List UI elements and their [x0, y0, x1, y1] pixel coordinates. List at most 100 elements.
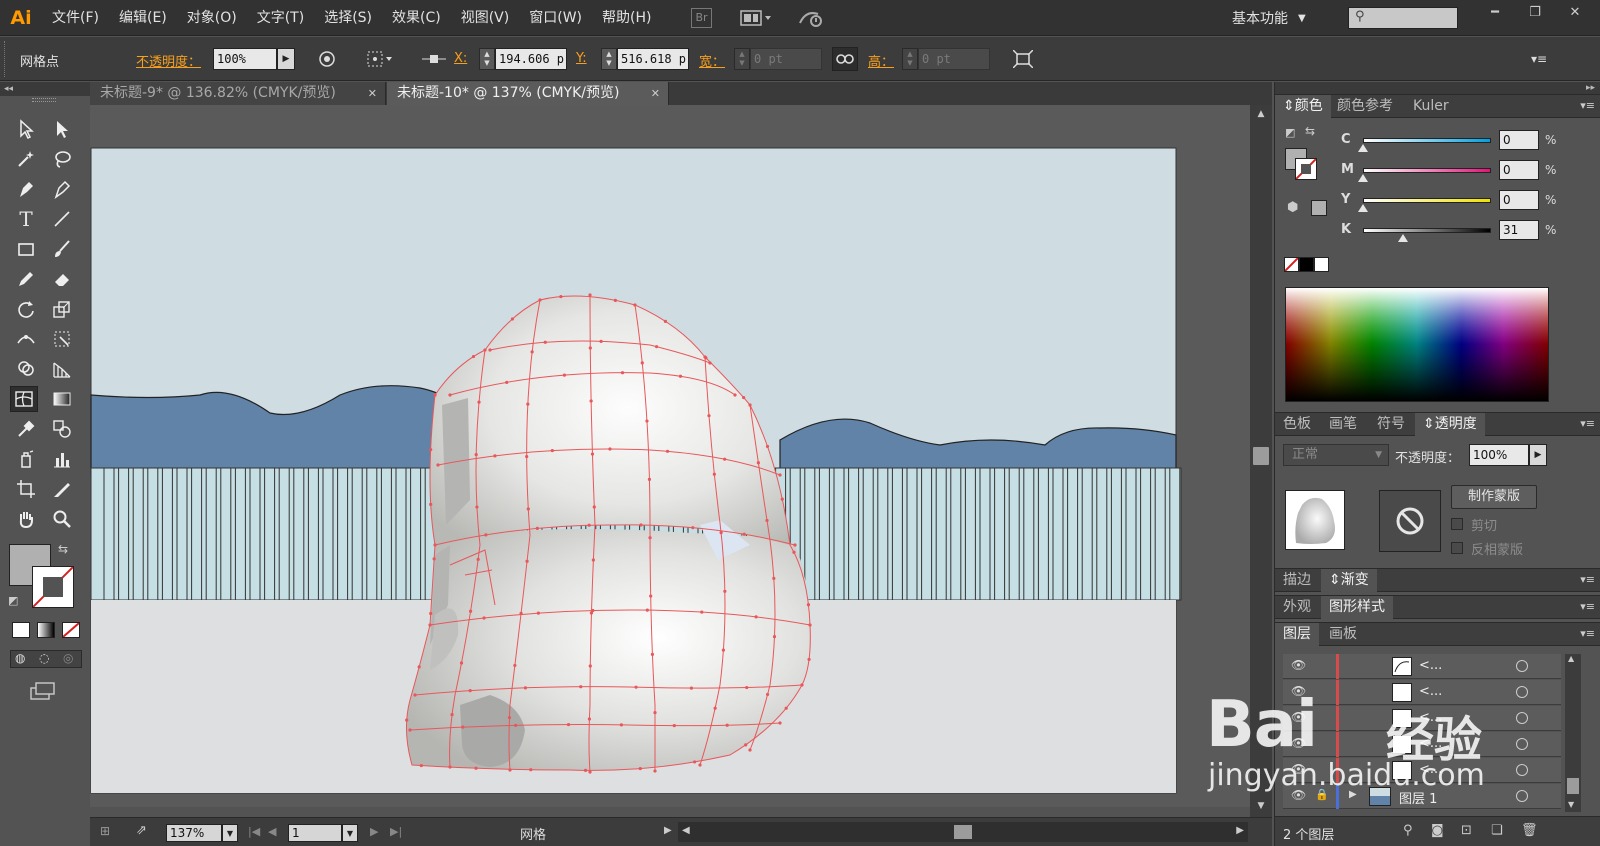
tab-artboards[interactable]: 画板	[1321, 623, 1365, 646]
transparency-opacity-dropdown[interactable]: ▶	[1529, 444, 1547, 466]
layer-target-icon[interactable]	[1516, 790, 1528, 802]
yellow-slider[interactable]: Y 0 %	[1275, 190, 1600, 214]
none-mode-icon[interactable]	[62, 622, 80, 638]
black-knob[interactable]	[1397, 234, 1408, 242]
sync-settings-icon[interactable]	[796, 8, 826, 28]
shape-builder-tool-icon[interactable]	[12, 356, 40, 382]
tab-graphic-styles[interactable]: 图形样式	[1321, 596, 1393, 619]
mask-thumbnail[interactable]	[1379, 490, 1441, 552]
artboard-dropdown[interactable]: ▼	[342, 824, 358, 842]
draw-behind-icon[interactable]: ◌	[39, 651, 49, 665]
cyan-knob[interactable]	[1358, 144, 1368, 152]
zoom-field[interactable]: 137%	[166, 824, 222, 842]
isolate-icon[interactable]	[1012, 49, 1034, 69]
tab-document-9[interactable]: 未标题-9* @ 136.82% (CMYK/预览) ✕	[90, 82, 386, 105]
menu-view[interactable]: 视图(V)	[451, 0, 520, 36]
eraser-tool-icon[interactable]	[48, 266, 76, 292]
black-field[interactable]: 31	[1499, 220, 1539, 240]
zoom-tool-icon[interactable]	[48, 506, 76, 532]
toolbox-grip[interactable]	[32, 98, 56, 102]
locate-object-icon[interactable]: ⚲	[1403, 823, 1413, 838]
height-field[interactable]: 0 pt	[918, 48, 990, 70]
black-swatch[interactable]	[1299, 257, 1314, 272]
panel-menu-icon[interactable]: ▾≡	[1580, 573, 1595, 586]
magenta-field[interactable]: 0	[1499, 160, 1539, 180]
black-track[interactable]	[1363, 228, 1491, 233]
free-transform-tool-icon[interactable]	[48, 326, 76, 352]
share-icon[interactable]: ⇗	[136, 823, 147, 838]
panel-menu-icon[interactable]: ▾≡	[1528, 49, 1550, 69]
y-label[interactable]: Y:	[576, 51, 587, 66]
menu-edit[interactable]: 编辑(E)	[109, 0, 177, 36]
mesh-tool-icon[interactable]	[10, 386, 38, 412]
slice-tool-icon[interactable]	[48, 476, 76, 502]
type-tool-icon[interactable]: T	[12, 206, 40, 232]
height-stepper[interactable]: ▲ ▼	[902, 48, 918, 70]
toolbox-collapse-button[interactable]: ◂◂	[0, 82, 90, 96]
height-label[interactable]: 高：	[868, 51, 894, 70]
yellow-track[interactable]	[1363, 198, 1491, 203]
opacity-field[interactable]: 100%	[213, 48, 277, 70]
scroll-up-icon[interactable]: ▲	[1568, 654, 1574, 663]
close-button[interactable]: ✕	[1555, 0, 1595, 24]
clipping-mask-icon[interactable]: ◙	[1431, 823, 1444, 838]
color-spectrum[interactable]	[1285, 287, 1549, 402]
last-artboard-icon[interactable]: ▶|	[390, 825, 402, 838]
default-colors-icon[interactable]: ◩	[8, 594, 18, 607]
width-stepper[interactable]: ▲ ▼	[734, 48, 750, 70]
artwork[interactable]	[90, 105, 1250, 807]
tab-document-10[interactable]: 未标题-10* @ 137% (CMYK/预览) ✕	[387, 82, 669, 105]
menu-effect[interactable]: 效果(C)	[382, 0, 451, 36]
color-mode-icon[interactable]	[12, 622, 30, 638]
minimize-button[interactable]: ━	[1475, 0, 1515, 24]
yellow-knob[interactable]	[1358, 204, 1368, 212]
x-stepper[interactable]: ▲ ▼	[479, 48, 495, 70]
panel-menu-icon[interactable]: ▾≡	[1580, 600, 1595, 613]
draw-normal-icon[interactable]: ◍	[15, 651, 25, 665]
menu-help[interactable]: 帮助(H)	[592, 0, 661, 36]
scale-tool-icon[interactable]	[48, 296, 76, 322]
black-slider[interactable]: K 31 %	[1275, 220, 1600, 244]
menu-select[interactable]: 选择(S)	[314, 0, 382, 36]
scroll-down-icon[interactable]: ▼	[1250, 797, 1272, 815]
width-field[interactable]: 0 pt	[750, 48, 822, 70]
make-mask-button[interactable]: 制作蒙版	[1451, 485, 1537, 509]
panel-menu-icon[interactable]: ▾≡	[1580, 627, 1595, 640]
panel-menu-icon[interactable]: ▾≡	[1580, 99, 1595, 112]
menu-object[interactable]: 对象(O)	[177, 0, 247, 36]
cyan-slider[interactable]: C 0 %	[1275, 130, 1600, 154]
next-artboard-icon[interactable]: ▶	[370, 825, 378, 838]
opacity-label[interactable]: 不透明度：	[136, 51, 201, 70]
status-menu-icon[interactable]: ▶	[664, 825, 672, 836]
workspace-switcher[interactable]: 基本功能 ▼	[1232, 0, 1306, 36]
recolor-artwork-icon[interactable]	[316, 49, 338, 69]
symbol-sprayer-tool-icon[interactable]	[12, 446, 40, 472]
tab-stroke[interactable]: 描边	[1275, 569, 1319, 592]
magic-wand-tool-icon[interactable]	[12, 146, 40, 172]
panel-collapse-button[interactable]: ▸▸	[1275, 82, 1600, 94]
x-field[interactable]: 194.606 p	[495, 48, 567, 70]
cyan-field[interactable]: 0	[1499, 130, 1539, 150]
menu-type[interactable]: 文字(T)	[247, 0, 314, 36]
opacity-dropdown-button[interactable]: ▶	[277, 48, 295, 70]
curvature-tool-icon[interactable]	[48, 176, 76, 202]
arrange-documents-icon[interactable]	[739, 9, 774, 27]
blend-mode-select[interactable]: 正常 ▼	[1283, 444, 1389, 466]
close-icon[interactable]: ✕	[368, 82, 377, 105]
gradient-mode-icon[interactable]	[37, 622, 55, 638]
width-label[interactable]: 宽：	[699, 51, 725, 70]
artboard-tool-icon[interactable]	[12, 476, 40, 502]
layer-target-icon[interactable]	[1516, 712, 1528, 724]
artboard-field[interactable]: 1	[288, 824, 342, 842]
tab-layers[interactable]: 图层	[1275, 623, 1319, 646]
transform-reference-icon[interactable]	[364, 49, 398, 69]
help-search-input[interactable]: ⚲	[1348, 7, 1458, 29]
y-stepper[interactable]: ▲ ▼	[601, 48, 617, 70]
screen-mode-icon[interactable]	[30, 682, 56, 704]
rectangle-tool-icon[interactable]	[12, 236, 40, 262]
swap-fill-stroke-icon[interactable]: ⇆	[58, 542, 68, 556]
menu-window[interactable]: 窗口(W)	[519, 0, 592, 36]
hand-tool-icon[interactable]	[12, 506, 40, 532]
layer-target-icon[interactable]	[1516, 686, 1528, 698]
new-layer-icon[interactable]: ❏	[1491, 823, 1503, 838]
